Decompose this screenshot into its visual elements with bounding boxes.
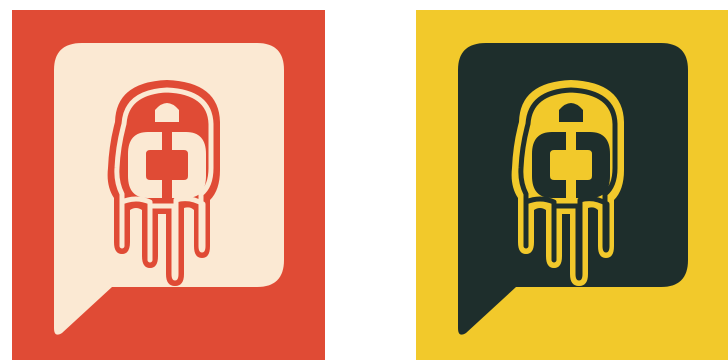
dripping-cc-speech-bubble-icon <box>416 10 728 360</box>
logo-tile-yellow <box>416 10 728 360</box>
logo-tile-red <box>12 10 325 360</box>
dripping-cc-speech-bubble-icon <box>12 10 325 360</box>
